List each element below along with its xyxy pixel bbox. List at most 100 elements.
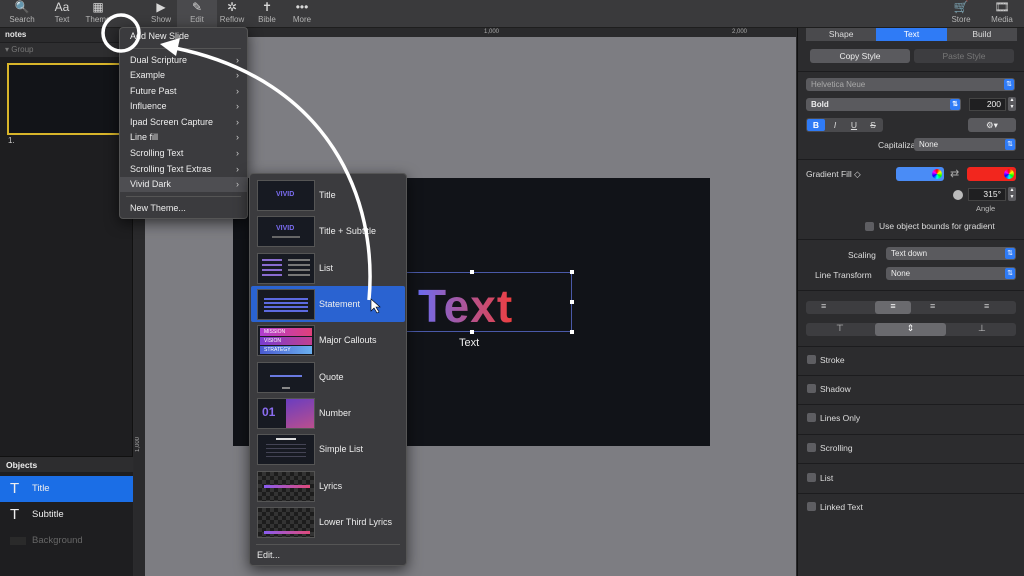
paste-style-button[interactable]: Paste Style xyxy=(914,49,1014,63)
slide-title-text[interactable]: Text xyxy=(418,279,513,333)
tab-shape[interactable]: Shape xyxy=(806,28,877,41)
group-header[interactable]: ▾ Group xyxy=(0,43,133,57)
menu-item-influence[interactable]: Influence › xyxy=(120,99,247,114)
template-thumbnail xyxy=(257,434,315,465)
submenu-item-statement[interactable]: Statement xyxy=(251,286,405,322)
slide-thumbnail[interactable] xyxy=(7,63,125,135)
lines-only-checkbox[interactable] xyxy=(807,413,816,422)
submenu-item-lower-third-lyrics[interactable]: Lower Third Lyrics xyxy=(251,504,405,540)
tab-text[interactable]: Text xyxy=(876,28,947,41)
submenu-item-lyrics[interactable]: Lyrics xyxy=(251,468,405,504)
resize-handle[interactable] xyxy=(570,330,574,334)
submenu-item-major-callouts[interactable]: MISSION VISION STRATEGY Major Callouts xyxy=(251,322,405,358)
align-center-icon[interactable]: ≡ xyxy=(875,301,911,314)
menu-item-scrolling-text-extras[interactable]: Scrolling Text Extras › xyxy=(120,162,247,177)
lines-only-label: Lines Only xyxy=(820,413,861,423)
align-middle-icon[interactable]: ⇕ xyxy=(875,323,946,336)
align-right-icon[interactable]: ≡ xyxy=(930,301,935,311)
toolbar-theme-button[interactable]: ▦ Theme xyxy=(78,0,118,28)
text-settings-button[interactable]: ⚙▾ xyxy=(968,118,1016,132)
align-left-icon[interactable]: ≡ xyxy=(821,301,826,311)
chevron-updown-icon: ⇅ xyxy=(1005,248,1015,259)
submenu-item-quote[interactable]: Quote xyxy=(251,359,405,395)
font-family-select[interactable]: Helvetica Neue ⇅ xyxy=(806,78,1015,91)
font-size-stepper[interactable]: ▲ ▼ xyxy=(1008,97,1016,111)
play-icon: ▶ xyxy=(156,0,166,14)
scaling-select[interactable]: Text down ⇅ xyxy=(886,247,1016,260)
align-bottom-icon[interactable]: ⊥ xyxy=(978,323,986,334)
resize-handle[interactable] xyxy=(570,300,574,304)
search-icon: 🔍 xyxy=(14,0,30,14)
align-top-icon[interactable]: ⊤ xyxy=(836,323,844,334)
object-title[interactable]: T Title xyxy=(0,476,133,502)
gradient-start-color-well[interactable] xyxy=(896,167,944,181)
menu-item-vivid-dark[interactable]: Vivid Dark › xyxy=(120,177,247,192)
italic-button[interactable]: I xyxy=(826,119,844,131)
text-object-icon: T xyxy=(10,506,20,523)
shadow-label: Shadow xyxy=(820,384,851,394)
gradient-fill-label[interactable]: Gradient Fill ◇ xyxy=(806,169,861,180)
chevron-updown-icon: ⇅ xyxy=(1005,139,1015,150)
toolbar-bible-button[interactable]: ✝ Bible xyxy=(247,0,287,28)
menu-item-dual-scripture[interactable]: Dual Scripture › xyxy=(120,53,247,68)
menu-item-scrolling-text[interactable]: Scrolling Text › xyxy=(120,146,247,161)
objects-header: Objects xyxy=(0,456,133,472)
menu-item-new-theme[interactable]: New Theme... xyxy=(120,201,247,216)
bold-button[interactable]: B xyxy=(807,119,825,131)
resize-handle[interactable] xyxy=(470,270,474,274)
submenu-item-list[interactable]: List xyxy=(251,250,405,286)
menu-item-example[interactable]: Example › xyxy=(120,68,247,83)
object-background[interactable]: Background xyxy=(0,528,133,554)
angle-dial[interactable] xyxy=(953,190,963,200)
object-bounds-checkbox[interactable] xyxy=(865,222,874,231)
toolbar-text-button[interactable]: Aa Text xyxy=(42,0,82,28)
list-checkbox[interactable] xyxy=(807,473,816,482)
capitalization-select[interactable]: None ⇅ xyxy=(914,138,1016,151)
font-size-field[interactable]: 200 xyxy=(969,98,1006,111)
slide-number: 1. xyxy=(8,136,15,145)
toolbar-edit-button[interactable]: ✎ Edit xyxy=(177,0,217,28)
align-justify-icon[interactable]: ≡ xyxy=(984,301,989,311)
menu-item-ipad-screen-capture[interactable]: Ipad Screen Capture › xyxy=(120,115,247,130)
linked-text-checkbox[interactable] xyxy=(807,502,816,511)
vertical-alignment-group: ⊤ ⇕ ⊥ xyxy=(806,323,1016,336)
copy-style-button[interactable]: Copy Style xyxy=(810,49,910,63)
scrolling-checkbox[interactable] xyxy=(807,443,816,452)
submenu-item-title[interactable]: VIVID Title xyxy=(251,177,405,213)
toolbar-search-button[interactable]: 🔍 Search xyxy=(2,0,42,28)
toolbar-show-button[interactable]: ▶ Show xyxy=(141,0,181,28)
menu-item-future-past[interactable]: Future Past › xyxy=(120,84,247,99)
toolbar-more-button[interactable]: ••• More xyxy=(282,0,322,28)
stroke-checkbox[interactable] xyxy=(807,355,816,364)
angle-label: Angle xyxy=(976,204,996,213)
chevron-updown-icon: ⇅ xyxy=(1005,268,1015,279)
toolbar-store-button[interactable]: 🛒 Store xyxy=(941,0,981,28)
chevron-right-icon: › xyxy=(236,117,239,127)
swap-icon[interactable]: ⇄ xyxy=(950,167,959,180)
angle-stepper[interactable]: ▲ ▼ xyxy=(1008,187,1016,201)
strikethrough-button[interactable]: S xyxy=(864,119,882,131)
resize-handle[interactable] xyxy=(570,270,574,274)
shadow-checkbox[interactable] xyxy=(807,384,816,393)
chevron-right-icon: › xyxy=(236,101,239,111)
toolbar-reflow-button[interactable]: ✲ Reflow xyxy=(212,0,252,28)
more-icon: ••• xyxy=(295,0,309,14)
font-weight-select[interactable]: Bold ⇅ xyxy=(806,98,961,111)
submenu-item-edit[interactable]: Edit... xyxy=(250,548,404,563)
angle-field[interactable]: 315° xyxy=(968,188,1006,201)
submenu-item-number[interactable]: 01 Number xyxy=(251,395,405,431)
menu-item-line-fill[interactable]: Line fill › xyxy=(120,130,247,145)
reflow-icon: ✲ xyxy=(226,0,238,14)
underline-button[interactable]: U xyxy=(845,119,863,131)
toolbar-media-button[interactable]: 🎞 Media xyxy=(982,0,1022,28)
tab-build[interactable]: Build xyxy=(946,28,1017,41)
gradient-end-color-well[interactable] xyxy=(967,167,1016,181)
left-panel: notes ▾ Group 1. Objects T Title T Subtitl… xyxy=(0,28,133,576)
menu-divider xyxy=(126,48,241,49)
submenu-item-title-subtitle[interactable]: VIVID Title + Subtitle xyxy=(251,213,405,249)
menu-item-add-new-slide[interactable]: Add New Slide xyxy=(120,29,247,44)
submenu-item-simple-list[interactable]: Simple List xyxy=(251,431,405,467)
line-transform-select[interactable]: None ⇅ xyxy=(886,267,1016,280)
menu-divider xyxy=(256,544,400,545)
object-subtitle[interactable]: T Subtitle xyxy=(0,502,133,528)
